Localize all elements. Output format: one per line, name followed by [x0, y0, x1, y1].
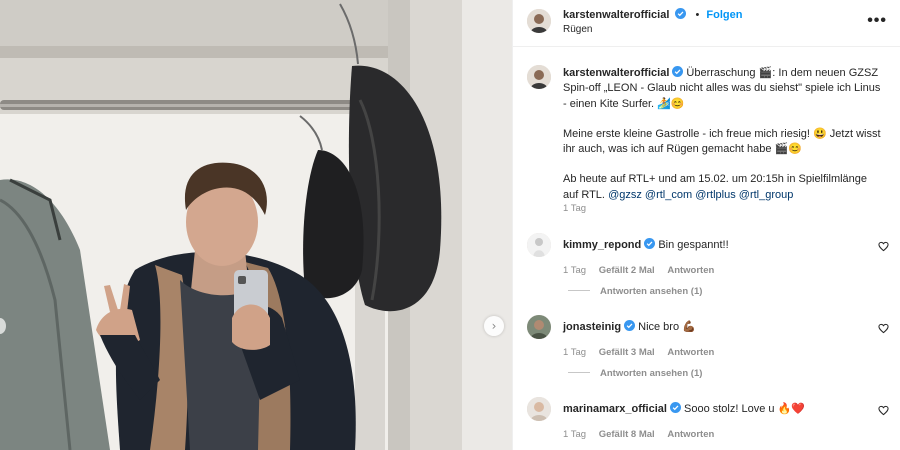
instagram-post-view: › karstenwalterofficial • Folgen Rügen •…: [0, 0, 900, 450]
comment-likes[interactable]: Gefällt 3 Mal: [599, 347, 655, 358]
follow-button[interactable]: Folgen: [706, 9, 742, 21]
verified-badge-icon: [624, 320, 636, 331]
mention-rtl-com[interactable]: @rtl_com: [645, 189, 692, 201]
chevron-right-icon: ›: [491, 319, 497, 333]
verified-badge-icon: [669, 402, 681, 413]
post-location[interactable]: Rügen: [563, 24, 592, 35]
separator-dot: •: [695, 9, 700, 21]
replies-divider: [568, 372, 590, 373]
caption-time[interactable]: 1 Tag: [563, 203, 586, 214]
author-username[interactable]: karstenwalterofficial: [563, 9, 669, 21]
comment-time[interactable]: 1 Tag: [563, 265, 586, 276]
comment-meta: 1 Tag Gefällt 2 Mal Antworten: [563, 265, 724, 276]
comment-time[interactable]: 1 Tag: [563, 347, 586, 358]
like-heart-icon[interactable]: [878, 241, 889, 252]
view-replies-button[interactable]: Antworten ansehen (1): [568, 286, 702, 297]
mirror-selfie-image: [0, 0, 512, 450]
reply-button[interactable]: Antworten: [667, 347, 714, 358]
comment-time[interactable]: 1 Tag: [563, 429, 586, 440]
view-replies-button[interactable]: Antworten ansehen (1): [568, 368, 702, 379]
commenter-username[interactable]: marinamarx_official: [563, 403, 667, 415]
replies-divider: [568, 290, 590, 291]
comment-meta: 1 Tag Gefällt 8 Mal Antworten: [563, 429, 724, 440]
view-replies-label: Antworten ansehen (1): [600, 286, 703, 297]
verified-badge-icon: [644, 238, 656, 249]
post-header: karstenwalterofficial • Folgen Rügen •••: [513, 0, 900, 47]
mention-rtlplus[interactable]: @rtlplus: [695, 189, 736, 201]
comment-text: Sooo stolz! Love u 🔥❤️: [684, 403, 805, 415]
caption-paragraph-2: Meine erste kleine Gastrolle - ich freue…: [563, 127, 881, 156]
comment-text: Bin gespannt!!: [658, 239, 729, 251]
mention-rtl-group[interactable]: @rtl_group: [739, 189, 794, 201]
commenter-username[interactable]: jonasteinig: [563, 321, 621, 333]
commenter-username[interactable]: kimmy_repond: [563, 239, 641, 251]
comment-text-line: jonasteinig Nice bro 💪🏾: [563, 320, 696, 333]
commenter-avatar[interactable]: [527, 315, 551, 339]
next-image-button[interactable]: ›: [484, 316, 504, 336]
comment-text-line: kimmy_repond Bin gespannt!!: [563, 238, 729, 251]
more-options-icon[interactable]: •••: [867, 13, 887, 29]
post-photo[interactable]: ›: [0, 0, 512, 450]
caption-meta: 1 Tag: [563, 203, 596, 214]
view-replies-label: Antworten ansehen (1): [600, 368, 703, 379]
comment-likes[interactable]: Gefällt 2 Mal: [599, 265, 655, 276]
post-side-panel: karstenwalterofficial • Folgen Rügen •••…: [512, 0, 900, 450]
mention-gzsz[interactable]: @gzsz: [608, 189, 642, 201]
reply-button[interactable]: Antworten: [667, 265, 714, 276]
comment-text-line: marinamarx_official Sooo stolz! Love u 🔥…: [563, 402, 805, 415]
commenter-avatar[interactable]: [527, 397, 551, 421]
comment-meta: 1 Tag Gefällt 3 Mal Antworten: [563, 347, 724, 358]
verified-badge-icon: [675, 8, 687, 19]
author-avatar[interactable]: [527, 9, 551, 33]
caption-text: karstenwalterofficial Überraschung 🎬: In…: [563, 66, 885, 218]
reply-button[interactable]: Antworten: [667, 429, 714, 440]
like-heart-icon[interactable]: [878, 405, 889, 416]
like-heart-icon[interactable]: [878, 323, 889, 334]
caption-author-avatar[interactable]: [527, 65, 551, 89]
comment-likes[interactable]: Gefällt 8 Mal: [599, 429, 655, 440]
comment-text: Nice bro 💪🏾: [638, 321, 696, 333]
verified-badge-icon: [672, 66, 684, 77]
header-user-line: karstenwalterofficial • Folgen: [563, 8, 742, 21]
commenter-avatar[interactable]: [527, 233, 551, 257]
caption-username[interactable]: karstenwalterofficial: [563, 67, 669, 79]
